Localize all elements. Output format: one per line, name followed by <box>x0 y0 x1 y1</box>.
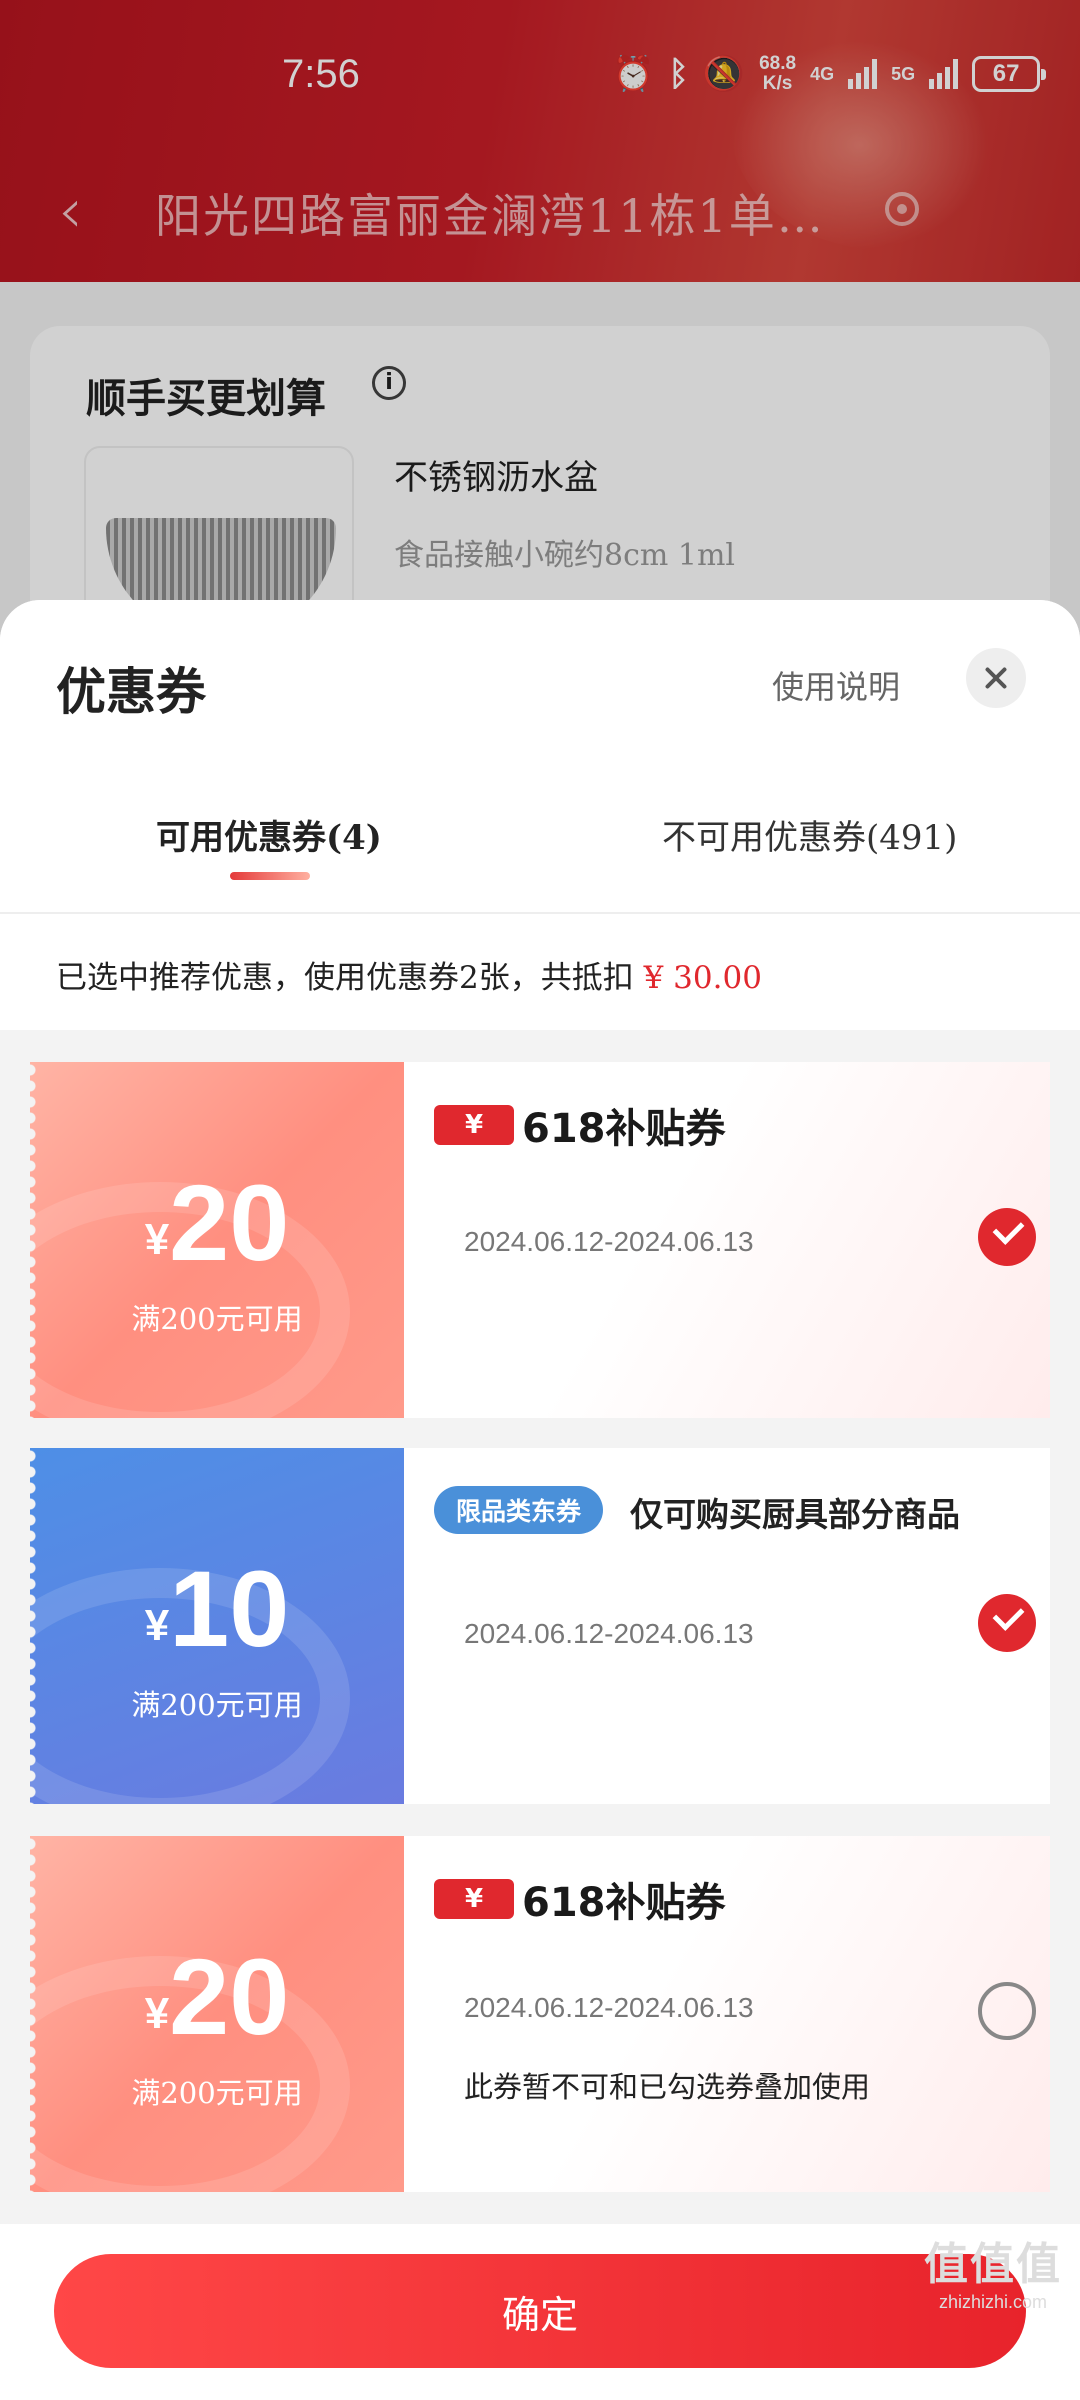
currency-symbol: ¥ <box>144 1601 170 1650</box>
tab-available[interactable]: 可用优惠券(4) <box>156 810 382 859</box>
coupon-price: ¥10 <box>30 1546 404 1671</box>
category-pill: 限品类东券 <box>434 1486 604 1534</box>
currency-symbol: ¥ <box>144 1215 170 1264</box>
coupon-sheet: 优惠券 使用说明 可用优惠券(4) 不可用优惠券(491) 已选中推荐优惠，使用… <box>0 600 1080 2400</box>
checked-icon[interactable] <box>978 1208 1036 1266</box>
sheet-title: 优惠券 <box>56 662 206 721</box>
coupon-amount: 20 <box>169 1936 290 2057</box>
watermark-text: 值值值 <box>924 2239 1062 2290</box>
coupon-amount: 10 <box>169 1548 290 1669</box>
usage-help-link[interactable]: 使用说明 <box>772 662 900 708</box>
coupon-card[interactable]: ¥20 满200元可用 ¥ 618补贴券 2024.06.12-2024.06.… <box>30 1836 1050 2192</box>
coupon-value-panel: ¥20 满200元可用 <box>30 1062 404 1418</box>
yen-tag-icon: ¥ <box>434 1879 514 1919</box>
coupon-detail-panel: ¥ 618补贴券 2024.06.12-2024.06.13 <box>404 1062 1050 1418</box>
coupon-condition: 满200元可用 <box>131 1688 303 1722</box>
watermark-url: zhizhizhi.com <box>938 2292 1048 2312</box>
watermark-logo: 值值值 zhizhizhi.com <box>924 2228 1062 2313</box>
unchecked-icon[interactable] <box>978 1982 1036 2040</box>
summary-text: 已选中推荐优惠，使用优惠券2张，共抵扣 ¥ 30.00 <box>56 952 762 997</box>
coupon-type-badge: ¥ 618补贴券 <box>434 1870 726 1928</box>
coupon-validity: 2024.06.12-2024.06.13 <box>464 1226 754 1257</box>
coupon-condition: 满200元可用 <box>131 1302 303 1336</box>
coupon-card[interactable]: ¥10 满200元可用 仅可购买厨具部分商品 限品类东券 2024.06.12-… <box>30 1448 1050 1804</box>
coupon-card[interactable]: ¥20 满200元可用 ¥ 618补贴券 2024.06.12-2024.06.… <box>30 1062 1050 1418</box>
coupon-edge <box>30 1448 38 1804</box>
tab-unavailable[interactable]: 不可用优惠券(491) <box>662 810 957 859</box>
coupon-amount: 20 <box>169 1162 290 1283</box>
coupon-conflict-note: 此券暂不可和已勾选券叠加使用 <box>464 2070 871 2104</box>
coupon-value-panel: ¥10 满200元可用 <box>30 1448 404 1804</box>
coupon-edge <box>30 1062 38 1418</box>
coupon-type-label: 618补贴券 <box>522 1106 726 1152</box>
close-icon[interactable] <box>966 648 1026 708</box>
checked-icon[interactable] <box>978 1594 1036 1652</box>
coupon-type-label: 618补贴券 <box>522 1880 726 1926</box>
currency-symbol: ¥ <box>144 1989 170 2038</box>
coupon-price: ¥20 <box>30 1934 404 2059</box>
summary-amount: ¥ 30.00 <box>643 960 762 996</box>
coupon-edge <box>30 1836 38 2192</box>
coupon-validity: 2024.06.12-2024.06.13 <box>464 1618 754 1649</box>
active-tab-indicator <box>230 872 310 880</box>
coupon-price: ¥20 <box>30 1160 404 1285</box>
coupon-detail-panel: ¥ 618补贴券 2024.06.12-2024.06.13 此券暂不可和已勾选… <box>404 1836 1050 2192</box>
coupon-value-panel: ¥20 满200元可用 <box>30 1836 404 2192</box>
selection-summary: 已选中推荐优惠，使用优惠券2张，共抵扣 ¥ 30.00 <box>0 912 1080 1030</box>
coupon-detail-panel: 仅可购买厨具部分商品 限品类东券 2024.06.12-2024.06.13 <box>404 1448 1050 1804</box>
confirm-button[interactable]: 确定 <box>54 2254 1026 2368</box>
coupon-condition: 满200元可用 <box>131 2076 303 2110</box>
summary-label: 已选中推荐优惠，使用优惠券2张，共抵扣 <box>56 960 634 996</box>
yen-tag-icon: ¥ <box>434 1105 514 1145</box>
sheet-footer: 确定 <box>0 2224 1080 2400</box>
sheet-header: 优惠券 使用说明 可用优惠券(4) 不可用优惠券(491) <box>0 600 1080 912</box>
coupon-type-badge: ¥ 618补贴券 <box>434 1096 726 1154</box>
coupon-validity: 2024.06.12-2024.06.13 <box>464 1992 754 2023</box>
